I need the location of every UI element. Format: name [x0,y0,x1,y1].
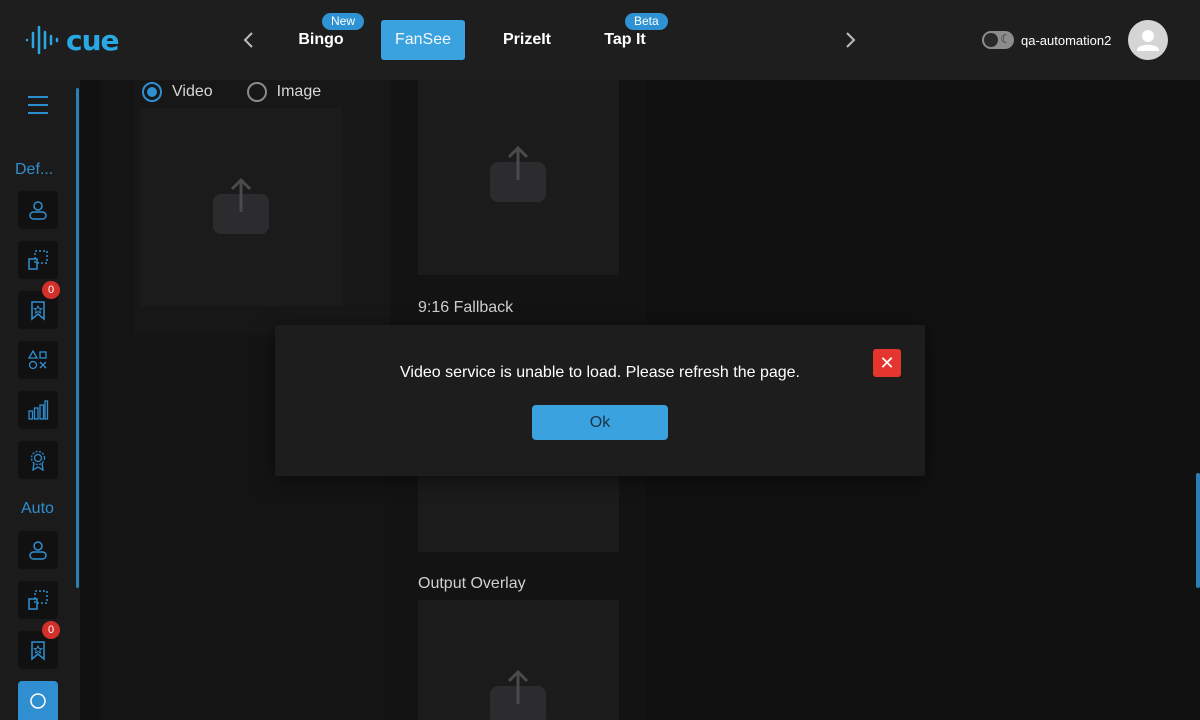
tab-label: PrizeIt [502,31,551,48]
bar-chart-icon [28,400,49,420]
sidebar-item-user[interactable] [18,191,58,229]
moon-icon: ☾ [1000,32,1011,46]
user-icon [1137,30,1159,51]
beta-badge: Beta [625,13,668,30]
sidebar-section-auto: Auto [21,500,54,517]
new-badge: New [322,13,365,30]
media-type-selector: Video Image [142,82,355,102]
sidebar-item-stats[interactable] [18,391,58,429]
chevron-right-icon [846,32,856,48]
user-outline-icon [29,541,47,560]
layout-icon [28,590,48,610]
top-bar: cue Bingo New FanSee PrizeIt Tap It Beta… [0,0,1200,80]
sidebar-item-awards[interactable] [18,441,58,479]
chevron-left-icon [243,32,253,48]
upload-icon [490,670,546,720]
tab-label: FanSee [394,31,452,48]
ok-button[interactable]: Ok [532,405,668,440]
tab-label: Bingo [298,31,344,48]
sidebar-item-rewards[interactable]: 0 [18,281,60,329]
close-icon: ✕ [879,353,895,373]
menu-icon[interactable] [28,96,48,114]
notification-badge: 0 [42,281,60,299]
fallback-label: 9:16 Fallback [418,299,514,316]
sidebar-item-auto-user[interactable] [18,531,58,569]
sidebar-item-auto-layout[interactable] [18,581,58,619]
shapes-icon [27,349,47,370]
user-outline-icon [29,201,47,220]
main-upload-dropzone[interactable] [418,80,619,275]
video-upload-dropzone[interactable] [140,108,342,306]
tab-fansee[interactable]: FanSee [381,20,465,60]
nav-next-button[interactable] [838,28,862,52]
soundwave-icon [25,25,59,55]
fansee-icon [30,692,46,709]
sidebar: Def... 0 Auto 0 [0,80,80,720]
image-radio-label: Image [276,83,322,100]
tab-bingo[interactable]: Bingo New [290,13,365,60]
sidebar-section-default: Def... [15,161,54,178]
tab-tap-it[interactable]: Tap It Beta [596,13,668,60]
close-button[interactable]: ✕ [873,349,901,377]
tab-prizeit[interactable]: PrizeIt [494,20,560,60]
cue-logo[interactable]: cue [24,22,120,58]
sidebar-item-active[interactable] [18,681,58,720]
sidebar-item-shapes[interactable] [18,341,58,379]
tab-label: Tap It [604,31,646,48]
overlay-upload-dropzone[interactable] [418,600,619,720]
nav-prev-button[interactable] [237,28,261,52]
upload-icon [213,178,269,234]
username-label: qa-automation2 [1021,33,1112,48]
theme-toggle[interactable]: ☾ [982,31,1014,49]
logo-text: cue [66,23,120,57]
notification-badge: 0 [42,621,60,639]
upload-icon [490,146,546,202]
layout-icon [28,250,48,270]
error-message: Video service is unable to load. Please … [400,364,800,381]
error-dialog: Video service is unable to load. Please … [275,325,925,476]
image-radio[interactable] [246,82,267,102]
sidebar-item-auto-rewards[interactable]: 0 [18,621,60,669]
avatar[interactable] [1128,20,1168,60]
sidebar-scrollbar[interactable] [76,88,79,588]
toggle-knob [984,33,998,47]
video-radio-label: Video [172,83,213,100]
bookmark-star-icon [31,301,45,321]
bookmark-star-icon [31,641,45,661]
sidebar-item-layout[interactable] [18,241,58,279]
video-radio[interactable] [142,82,162,102]
award-icon [30,450,46,471]
output-overlay-label: Output Overlay [418,575,526,592]
content-scrollbar[interactable] [1196,473,1200,588]
